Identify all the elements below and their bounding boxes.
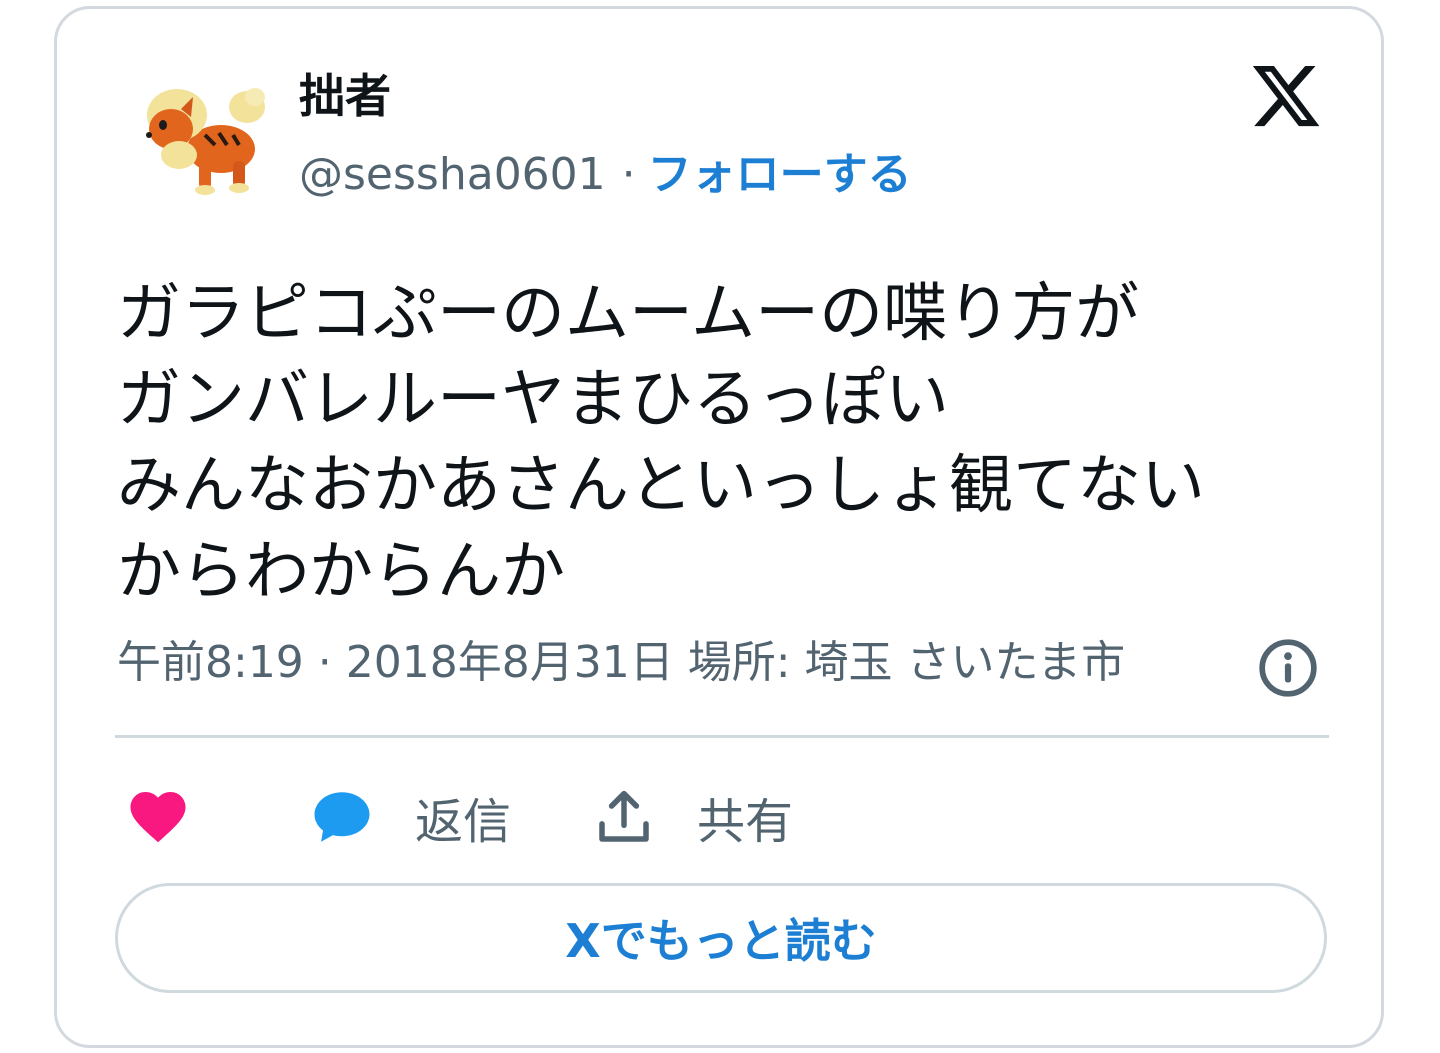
handle-row: @sessha0601 · フォローする (299, 149, 912, 202)
action-bar: 返信 共有 (117, 779, 1329, 855)
tweet-card: 拙者 @sessha0601 · フォローする ガラピコぷーのムームーの喋り方が ガ… (54, 6, 1384, 1048)
user-handle[interactable]: @sessha0601 (299, 149, 606, 200)
display-name[interactable]: 拙者 (299, 71, 391, 122)
separator-dot: · (621, 149, 636, 200)
like-button[interactable] (125, 779, 191, 855)
x-logo-icon[interactable] (1247, 59, 1325, 133)
read-more-button[interactable]: Xでもっと読む (115, 883, 1327, 993)
heart-icon (125, 784, 191, 850)
reply-button[interactable]: 返信 (309, 779, 511, 855)
share-label: 共有 (697, 794, 794, 850)
reply-label: 返信 (415, 794, 512, 850)
tweet-text: ガラピコぷーのムームーの喋り方が ガンバレルーヤまひるっぽい みんなおかあさんと… (117, 277, 1205, 609)
info-icon[interactable] (1257, 637, 1319, 699)
growlithe-avatar-icon (146, 88, 265, 195)
tweet-timestamp-location[interactable]: 午前8:19 · 2018年8月31日 場所: 埼玉 さいたま市 (117, 637, 1225, 690)
follow-link[interactable]: フォローする (648, 149, 912, 200)
speech-bubble-icon (309, 784, 375, 850)
divider (115, 735, 1329, 738)
share-upload-icon (591, 784, 657, 850)
user-avatar[interactable] (135, 75, 275, 205)
share-button[interactable]: 共有 (591, 779, 793, 855)
